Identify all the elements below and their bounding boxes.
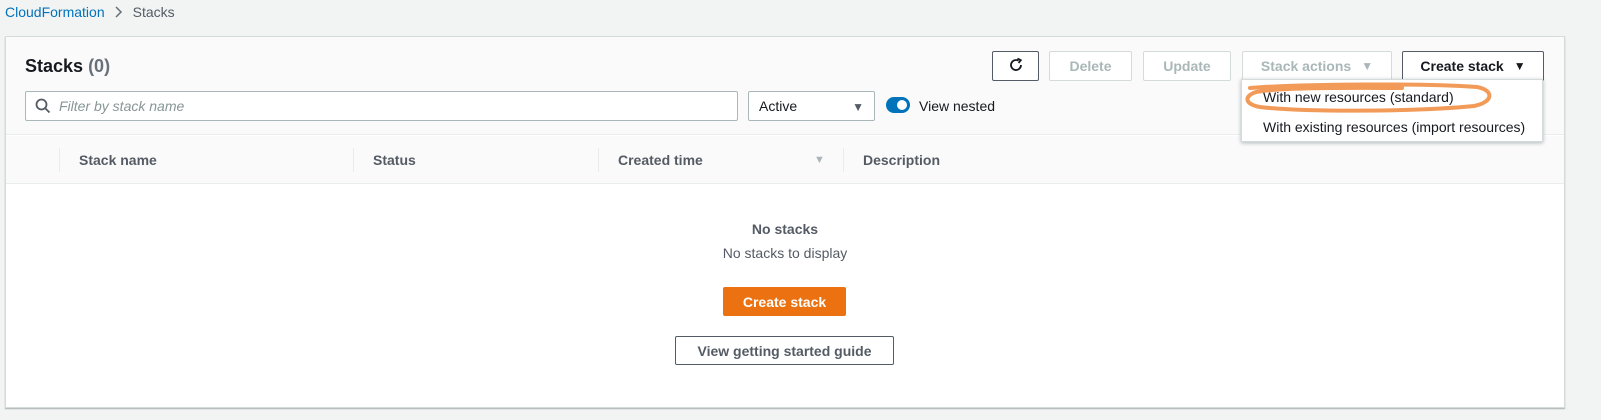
toggle-knob <box>897 100 907 110</box>
getting-started-guide-button[interactable]: View getting started guide <box>675 336 894 365</box>
empty-state-title: No stacks <box>751 221 819 237</box>
breadcrumb-current: Stacks <box>132 4 175 20</box>
refresh-icon <box>1007 56 1025 77</box>
breadcrumb: CloudFormation Stacks <box>5 3 175 21</box>
search-field[interactable] <box>25 91 738 121</box>
chevron-right-icon <box>115 6 123 18</box>
column-divider <box>353 148 354 172</box>
empty-state: No stacks No stacks to display Create st… <box>6 184 1564 408</box>
page-title: Stacks (0) <box>25 56 110 77</box>
breadcrumb-cloudformation-link[interactable]: CloudFormation <box>5 4 105 20</box>
stack-actions-button[interactable]: Stack actions ▼ <box>1242 51 1392 81</box>
column-divider <box>59 148 60 172</box>
empty-state-description: No stacks to display <box>722 245 848 261</box>
delete-button[interactable]: Delete <box>1049 51 1132 81</box>
caret-down-icon: ▼ <box>1513 59 1526 73</box>
update-button[interactable]: Update <box>1143 51 1231 81</box>
caret-down-icon: ▼ <box>1361 59 1374 73</box>
stack-actions-label: Stack actions <box>1260 58 1352 74</box>
stack-count: (0) <box>88 56 111 76</box>
sort-descending-icon[interactable]: ▼ <box>814 154 825 166</box>
status-filter-value: Active <box>759 98 798 114</box>
column-status[interactable]: Status <box>373 136 416 184</box>
column-divider <box>843 148 844 172</box>
create-stack-button[interactable]: Create stack <box>723 287 846 316</box>
column-description[interactable]: Description <box>863 136 940 184</box>
caret-down-icon: ▼ <box>852 100 864 114</box>
column-divider <box>598 148 599 172</box>
view-nested-toggle[interactable] <box>886 97 910 113</box>
create-stack-dropdown-button[interactable]: Create stack ▼ <box>1402 51 1544 81</box>
highlight-annotation <box>1245 82 1492 113</box>
view-nested-label: View nested <box>919 98 996 114</box>
search-input[interactable] <box>59 98 737 114</box>
status-filter-select[interactable]: Active ▼ <box>748 91 875 121</box>
refresh-button[interactable] <box>992 51 1039 81</box>
menu-item-existing-resources[interactable]: With existing resources (import resource… <box>1242 112 1542 142</box>
page-title-text: Stacks <box>25 56 84 76</box>
table-header: Stack name Status Created time ▼ Descrip… <box>6 136 1564 184</box>
column-created-time[interactable]: Created time <box>618 136 703 184</box>
create-stack-label: Create stack <box>1420 58 1504 74</box>
search-icon <box>35 98 51 114</box>
column-stack-name[interactable]: Stack name <box>79 136 157 184</box>
